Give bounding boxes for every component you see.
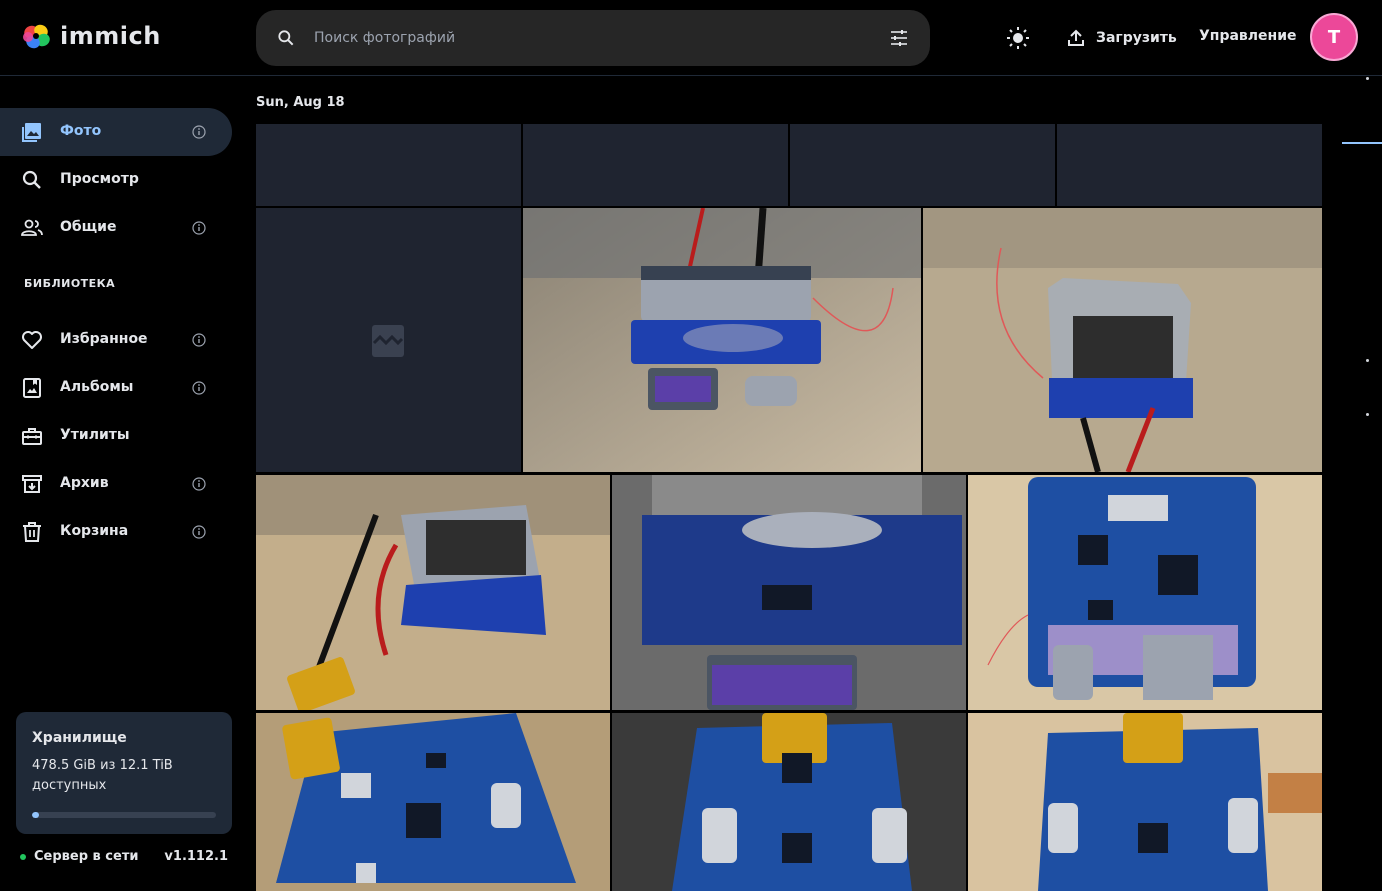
top-bar: immich Загрузить Упра [0, 0, 1382, 76]
broken-image-icon [372, 325, 404, 357]
immich-logo-icon [23, 24, 50, 49]
sidebar: Фото Просмотр Общие БИБЛИОТЕКА Избранное [0, 76, 240, 891]
sidebar-item-sharing[interactable]: Общие [0, 204, 232, 252]
info-icon[interactable] [192, 125, 206, 139]
sidebar-item-explore[interactable]: Просмотр [0, 156, 232, 204]
storage-progress-bar [32, 812, 216, 818]
timeline-marker [1366, 359, 1369, 362]
photos-icon [22, 123, 41, 142]
search-input[interactable] [314, 26, 874, 50]
photo-thumbnail[interactable] [923, 208, 1322, 472]
photo-thumbnail[interactable] [968, 713, 1322, 891]
timeline-position-indicator [1342, 142, 1382, 144]
photo-thumbnail[interactable] [790, 124, 1055, 206]
search-filter-icon[interactable] [890, 29, 908, 47]
admin-button[interactable]: Управление [1199, 28, 1297, 44]
sidebar-item-albums[interactable]: Альбомы [0, 364, 232, 412]
photo-thumbnail[interactable] [612, 475, 966, 710]
toolbox-icon [22, 428, 42, 445]
heart-icon [22, 331, 42, 349]
server-version[interactable]: v1.112.1 [164, 849, 228, 864]
storage-usage-text: 478.5 GiB из 12.1 TiB доступных [32, 758, 173, 793]
sidebar-item-label: Корзина [60, 523, 129, 539]
sidebar-item-label: Фото [60, 123, 102, 139]
sidebar-item-label: Альбомы [60, 379, 134, 395]
photo-thumbnail[interactable] [968, 475, 1322, 710]
sidebar-item-archive[interactable]: Архив [0, 460, 232, 508]
photo-thumbnail[interactable] [612, 713, 966, 891]
app-name: immich [60, 22, 161, 50]
avatar[interactable]: T [1310, 13, 1358, 61]
sidebar-item-label: Общие [60, 219, 117, 235]
photo-thumbnail[interactable] [256, 124, 521, 206]
sidebar-item-label: Утилиты [60, 427, 130, 443]
album-icon [23, 378, 41, 398]
info-icon[interactable] [192, 525, 206, 539]
search-icon[interactable] [276, 28, 296, 48]
people-icon [21, 219, 43, 236]
trash-icon [23, 522, 41, 542]
upload-label: Загрузить [1096, 30, 1177, 46]
photo-thumbnail[interactable] [256, 208, 521, 472]
timeline-marker [1366, 413, 1369, 416]
sidebar-item-label: Просмотр [60, 171, 139, 187]
server-online-dot [20, 854, 26, 860]
sidebar-item-favorites[interactable]: Избранное [0, 316, 232, 364]
info-icon[interactable] [192, 477, 206, 491]
app-logo[interactable]: immich [20, 20, 161, 52]
photo-thumbnail[interactable] [1057, 124, 1322, 206]
library-section-title: БИБЛИОТЕКА [24, 277, 116, 290]
server-status: Сервер в сети v1.112.1 [20, 848, 230, 868]
photo-thumbnail[interactable] [256, 475, 610, 710]
storage-progress-fill [32, 812, 40, 818]
sidebar-item-label: Архив [60, 475, 109, 491]
sidebar-item-photos[interactable]: Фото [0, 108, 232, 156]
upload-icon [1068, 29, 1084, 46]
date-group-title[interactable]: Sun, Aug 18 [256, 95, 345, 110]
theme-toggle-icon[interactable] [1004, 24, 1032, 52]
info-icon[interactable] [192, 381, 206, 395]
server-status-label: Сервер в сети [34, 849, 139, 864]
search-icon [22, 170, 41, 189]
sidebar-item-trash[interactable]: Корзина [0, 508, 232, 556]
info-icon[interactable] [192, 333, 206, 347]
timeline-marker [1366, 77, 1369, 80]
storage-panel: Хранилище 478.5 GiB из 12.1 TiB доступны… [16, 712, 232, 834]
sidebar-item-label: Избранное [60, 331, 148, 347]
archive-icon [22, 475, 42, 493]
info-icon[interactable] [192, 221, 206, 235]
sidebar-item-utilities[interactable]: Утилиты [0, 412, 232, 460]
upload-button[interactable]: Загрузить [1066, 26, 1177, 50]
storage-title: Хранилище [32, 730, 127, 746]
photo-thumbnail[interactable] [256, 713, 610, 891]
timeline-scrubber[interactable] [1340, 76, 1382, 891]
photo-thumbnail[interactable] [523, 208, 921, 472]
search-bar[interactable] [256, 10, 930, 66]
photo-thumbnail[interactable] [523, 124, 788, 206]
